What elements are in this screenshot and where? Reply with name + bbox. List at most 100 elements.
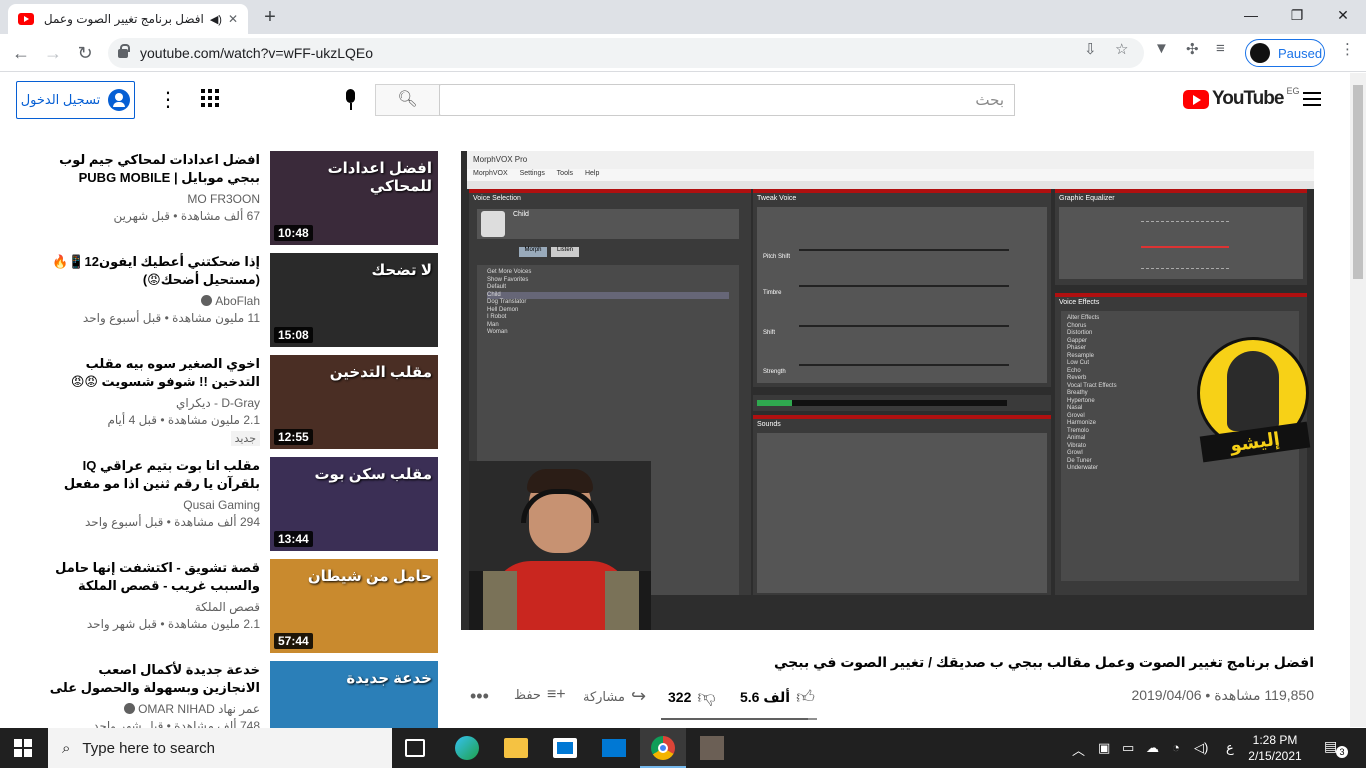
tab-close-icon[interactable]: ✕ xyxy=(228,12,238,26)
maximize-button[interactable]: ❐ xyxy=(1274,4,1320,26)
signin-button[interactable]: تسجيل الدخول xyxy=(16,81,135,119)
mail-icon[interactable] xyxy=(602,739,626,757)
onedrive-icon[interactable]: ☁ xyxy=(1146,740,1159,756)
recommendation-thumbnail[interactable]: مقلب التدخين 12:55 xyxy=(270,355,438,449)
forward-icon[interactable]: → xyxy=(40,40,66,66)
volume-icon[interactable]: ◁) xyxy=(1194,740,1208,756)
channel-name[interactable]: Qusai Gaming xyxy=(40,498,260,512)
more-actions-icon[interactable]: ••• xyxy=(470,686,489,707)
edge-icon[interactable] xyxy=(455,736,479,760)
youtube-logo[interactable]: YouTube EG xyxy=(1183,86,1299,110)
recommendation-title[interactable]: قصة تشويق - اكتشفت إنها حامل والسبب غريب… xyxy=(40,559,260,595)
voice-list-item[interactable]: Hell Demon xyxy=(487,307,729,315)
voice-list-item[interactable]: Woman xyxy=(487,329,729,337)
recommendation-title[interactable]: خدعة جديدة لأكمال اصعب الانجازين وبسهولة… xyxy=(40,661,260,697)
like-button[interactable]: 5.6 ألف 👍︎ xyxy=(740,686,815,708)
meet-now-icon[interactable]: ▣ xyxy=(1098,740,1110,756)
back-icon[interactable]: ← xyxy=(8,40,34,66)
game-app-icon[interactable] xyxy=(700,736,724,760)
voice-list-item[interactable]: Dog Translator xyxy=(487,299,729,307)
recommendation-item[interactable]: حامل من شيطان 57:44 قصة تشويق - اكتشفت إنه… xyxy=(40,559,438,655)
slider-label: Pitch Shift xyxy=(763,254,791,260)
tab-youtube[interactable]: افضل برنامج تغيير الصوت وعمل ◀︎) ✕ xyxy=(8,4,248,34)
reload-icon[interactable]: ↻ xyxy=(72,40,98,66)
voice-name: Child xyxy=(513,211,529,218)
verified-icon xyxy=(201,295,213,306)
recommendation-thumbnail[interactable]: افضل اعدادات للمحاكي 10:48 xyxy=(270,151,438,245)
recommendation-title[interactable]: مقلب انا بوت بتيم عراقي IQ بلقرآن يا رقم… xyxy=(40,457,260,493)
save-button[interactable]: حفظ ≡+ xyxy=(514,686,566,704)
voice-list-item[interactable]: Show Favorites xyxy=(487,277,729,285)
address-bar[interactable]: youtube.com/watch?v=wFF-ukzLQEo xyxy=(108,38,1144,68)
settings-dots-icon[interactable]: ⋮ xyxy=(158,87,178,112)
recommendation-item[interactable]: مقلب سكن بوت 13:44 مقلب انا بوت بتيم عراقي… xyxy=(40,457,438,553)
channel-name[interactable]: D-Gray - ديكراي xyxy=(40,396,260,410)
voice-list-item[interactable]: Get More Voices xyxy=(487,269,729,277)
speaker-icon[interactable]: ◀︎) xyxy=(210,13,222,26)
like-ratio-bar xyxy=(661,718,817,720)
voice-list-item[interactable]: I Robot xyxy=(487,314,729,322)
channel-name[interactable]: عمر نهاد OMAR NIHAD xyxy=(40,702,260,716)
apps-grid-icon[interactable] xyxy=(201,89,219,107)
bookmark-star-icon[interactable]: ☆ xyxy=(1115,40,1128,58)
tweak-slider[interactable]: Pitch Shift xyxy=(763,245,1041,260)
channel-name[interactable]: AboFlah xyxy=(40,294,260,308)
extension-v-icon[interactable]: ▼ xyxy=(1154,40,1169,57)
listen-button[interactable]: Listen xyxy=(551,247,579,257)
close-window-button[interactable]: ✕ xyxy=(1320,4,1366,26)
tray-chevron-icon[interactable]: ︿ xyxy=(1072,740,1085,759)
page-scrollbar[interactable] xyxy=(1350,73,1366,727)
sounds-body xyxy=(757,433,1047,593)
effect-list-item[interactable]: Alter Effects xyxy=(1067,315,1293,323)
taskbar-search[interactable]: ⌕ Type here to search xyxy=(48,728,392,768)
guide-menu-icon[interactable] xyxy=(1303,92,1321,106)
task-view-icon[interactable] xyxy=(405,739,425,757)
tab-strip: افضل برنامج تغيير الصوت وعمل ◀︎) ✕ + — ❐… xyxy=(0,0,1366,34)
voice-list-item[interactable]: Man xyxy=(487,322,729,330)
recommendation-thumbnail[interactable]: حامل من شيطان 57:44 xyxy=(270,559,438,653)
scrollbar-thumb[interactable] xyxy=(1353,85,1363,279)
voice-list-item[interactable]: Child xyxy=(487,291,729,299)
input-language[interactable]: ع xyxy=(1226,740,1234,756)
search-input[interactable]: بحث xyxy=(439,84,1015,116)
recommendation-title[interactable]: افضل اعدادات لمحاكي جيم لوب ببجي موبايل … xyxy=(40,151,260,187)
chrome-menu-icon[interactable]: ⋮ xyxy=(1340,40,1355,58)
chrome-taskbar-item[interactable] xyxy=(640,728,686,768)
recommendation-title[interactable]: إذا ضحكتني أعطيك ايفون12📱🔥(مستحيل أضحك😡) xyxy=(40,253,260,289)
search-icon: 🔍︎ xyxy=(397,91,418,108)
store-icon[interactable] xyxy=(553,738,577,758)
recommendation-item[interactable]: افضل اعدادات للمحاكي 10:48 افضل اعدادات لم… xyxy=(40,151,438,247)
profile-button[interactable]: Paused xyxy=(1245,39,1325,67)
share-button[interactable]: مشاركة ↪ xyxy=(583,686,646,707)
wifi-icon[interactable]: ◔ xyxy=(1172,740,1180,755)
search-button[interactable]: 🔍︎ xyxy=(375,84,440,116)
recommendation-title[interactable]: اخوي الصغير سوه بيه مقلب التدخين !! شوفو… xyxy=(40,355,260,391)
notifications-button[interactable]: ▤ 3 xyxy=(1324,738,1348,758)
recommendation-item[interactable]: مقلب التدخين 12:55 اخوي الصغير سوه بيه مقل… xyxy=(40,355,438,451)
recommendation-thumbnail[interactable]: مقلب سكن بوت 13:44 xyxy=(270,457,438,551)
extensions-puzzle-icon[interactable]: ✣ xyxy=(1186,40,1199,58)
video-player[interactable]: MorphVOX Pro MorphVOX Settings Tools Hel… xyxy=(461,151,1314,630)
install-icon[interactable]: ⇩ xyxy=(1084,40,1097,58)
tweak-slider[interactable]: Shift xyxy=(763,321,1041,336)
media-queue-icon[interactable]: ≡ xyxy=(1216,40,1225,57)
file-explorer-icon[interactable] xyxy=(504,738,528,758)
battery-icon[interactable]: ▭ xyxy=(1122,740,1134,756)
taskbar-clock[interactable]: 1:28 PM 2/15/2021 xyxy=(1240,732,1310,764)
morph-button[interactable]: Morph xyxy=(519,247,547,257)
recommendation-thumbnail[interactable]: لا تضحك 15:08 xyxy=(270,253,438,347)
new-tab-button[interactable]: + xyxy=(258,6,282,30)
mic-icon[interactable] xyxy=(340,87,362,113)
windows-start-icon[interactable] xyxy=(14,739,32,757)
lock-icon[interactable] xyxy=(118,43,130,58)
dislike-button[interactable]: 322 👎︎ xyxy=(668,686,716,708)
minimize-button[interactable]: — xyxy=(1228,4,1274,26)
tweak-slider[interactable]: Timbre xyxy=(763,281,1041,296)
effect-list-item[interactable]: Chorus xyxy=(1067,323,1293,331)
voice-list-item[interactable]: Default xyxy=(487,284,729,292)
channel-name[interactable]: MO FR3OON xyxy=(40,192,260,206)
streamer-vest-right xyxy=(605,571,639,630)
tweak-slider[interactable]: Strength xyxy=(763,360,1041,375)
channel-name[interactable]: قصص الملكة xyxy=(40,600,260,614)
recommendation-item[interactable]: لا تضحك 15:08 إذا ضحكتني أعطيك ايفون12📱🔥(م… xyxy=(40,253,438,349)
